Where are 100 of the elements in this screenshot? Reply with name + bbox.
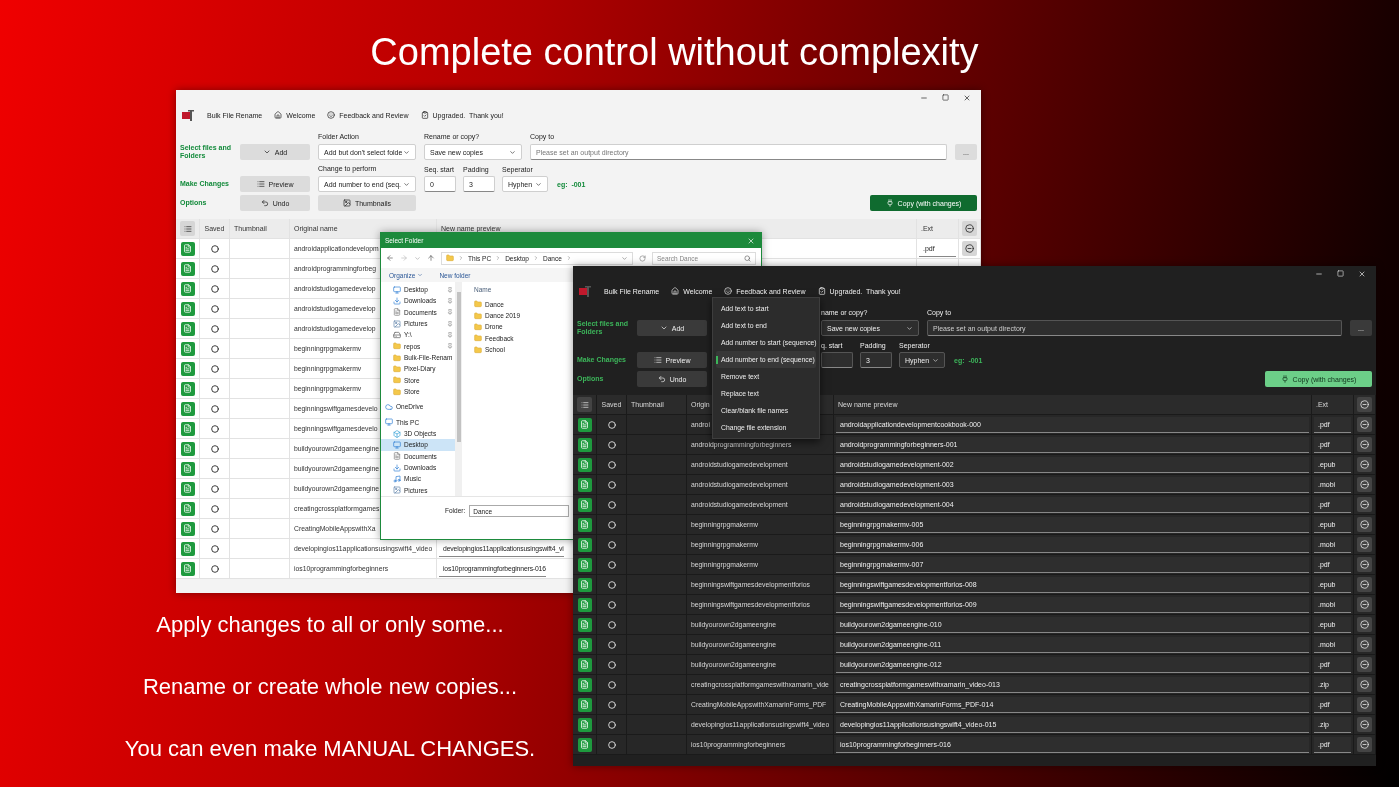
smiley-icon <box>724 287 733 295</box>
file-icon[interactable] <box>577 717 592 732</box>
folder-icon <box>474 300 482 309</box>
file-icon[interactable] <box>577 637 592 652</box>
maximize-icon[interactable] <box>942 94 949 101</box>
minus-circle-icon <box>965 224 974 233</box>
folder-icon <box>474 345 482 354</box>
folder-icon <box>393 387 401 396</box>
chevron-down-icon <box>403 148 410 156</box>
file-icon[interactable] <box>577 617 592 632</box>
file-icon[interactable] <box>577 697 592 712</box>
minus-circle-icon <box>1360 540 1369 549</box>
scrollbar[interactable] <box>455 282 462 496</box>
chevron-right-icon <box>565 255 572 261</box>
circle-icon <box>210 544 219 553</box>
circle-icon <box>210 344 219 353</box>
list-view-button[interactable] <box>180 221 195 236</box>
file-icon[interactable] <box>577 497 592 512</box>
folder-icon <box>474 322 482 331</box>
circle-icon <box>607 460 616 469</box>
circle-icon <box>210 424 219 433</box>
remove-button[interactable] <box>1357 717 1372 732</box>
picture-icon <box>393 319 401 328</box>
chevron-down-icon <box>262 148 271 156</box>
remove-button[interactable] <box>1357 537 1372 552</box>
circle-icon <box>210 444 219 453</box>
remove-button[interactable] <box>1357 577 1372 592</box>
chevron-right-icon <box>458 255 464 261</box>
file-icon[interactable] <box>577 657 592 672</box>
document-icon <box>393 308 401 317</box>
remove-button[interactable] <box>1357 657 1372 672</box>
minus-circle-icon <box>1360 480 1369 489</box>
close-icon[interactable] <box>1358 269 1366 278</box>
seq-start-field[interactable] <box>821 352 853 368</box>
chevron-down-icon <box>535 180 542 188</box>
circle-icon <box>607 580 616 589</box>
circle-icon <box>210 244 219 253</box>
back-arrow-icon[interactable] <box>386 254 394 262</box>
file-icon[interactable] <box>577 437 592 452</box>
minus-circle-icon <box>1360 420 1369 429</box>
chevron-right-icon <box>495 255 502 261</box>
remove-button[interactable] <box>1357 557 1372 572</box>
minus-circle-icon <box>1360 580 1369 589</box>
remove-button[interactable] <box>1357 617 1372 632</box>
smiley-icon <box>327 111 336 119</box>
up-arrow-icon[interactable] <box>427 254 435 262</box>
file-icon[interactable] <box>577 557 592 572</box>
file-icon[interactable] <box>577 477 592 492</box>
file-icon[interactable] <box>577 677 592 692</box>
undo-icon <box>657 375 666 383</box>
remove-button[interactable] <box>1357 517 1372 532</box>
circle-icon <box>210 284 219 293</box>
chevron-down-icon <box>932 356 939 364</box>
file-icon[interactable] <box>577 577 592 592</box>
circle-icon <box>607 660 616 669</box>
remove-button[interactable] <box>1357 677 1372 692</box>
circle-icon <box>607 540 616 549</box>
file-icon[interactable] <box>577 457 592 472</box>
circle-icon <box>210 384 219 393</box>
pin-icon <box>447 298 453 304</box>
pin-icon <box>447 320 453 327</box>
circle-icon <box>210 264 219 273</box>
file-icon[interactable] <box>577 517 592 532</box>
plug-icon <box>1280 375 1289 383</box>
minus-circle-icon <box>1360 720 1369 729</box>
remove-button[interactable] <box>1357 437 1372 452</box>
minus-circle-icon <box>1360 400 1369 409</box>
tagline: Apply changes to all or only some... <box>156 612 504 638</box>
circle-icon <box>210 524 219 533</box>
clipboard-icon <box>817 287 826 295</box>
logo-icon <box>182 109 195 121</box>
close-icon[interactable] <box>963 93 971 102</box>
file-icon[interactable] <box>577 737 592 752</box>
remove-button[interactable] <box>1357 637 1372 652</box>
file-icon[interactable] <box>577 537 592 552</box>
circle-icon <box>607 740 616 749</box>
remove-button[interactable] <box>1357 597 1372 612</box>
list-icon <box>580 400 589 409</box>
remove-button[interactable] <box>1357 497 1372 512</box>
circle-icon <box>607 440 616 449</box>
remove-all-button[interactable] <box>962 221 977 236</box>
cloud-icon <box>385 402 393 411</box>
remove-button[interactable] <box>1357 697 1372 712</box>
remove-button[interactable] <box>1357 417 1372 432</box>
folder-icon <box>393 376 401 385</box>
minus-circle-icon <box>1360 660 1369 669</box>
remove-button[interactable] <box>962 241 977 256</box>
file-icon[interactable] <box>577 597 592 612</box>
circle-icon <box>210 564 219 573</box>
pin-icon <box>447 286 453 293</box>
picture-icon <box>393 486 401 495</box>
file-icon[interactable] <box>577 417 592 432</box>
list-view-button[interactable] <box>577 397 592 412</box>
remove-button[interactable] <box>1357 457 1372 472</box>
remove-button[interactable] <box>1357 737 1372 752</box>
pin-icon <box>447 343 453 350</box>
remove-button[interactable] <box>1357 477 1372 492</box>
headline: Complete control without complexity <box>370 30 980 75</box>
remove-all-button[interactable] <box>1357 397 1372 412</box>
minus-circle-icon <box>1360 440 1369 449</box>
